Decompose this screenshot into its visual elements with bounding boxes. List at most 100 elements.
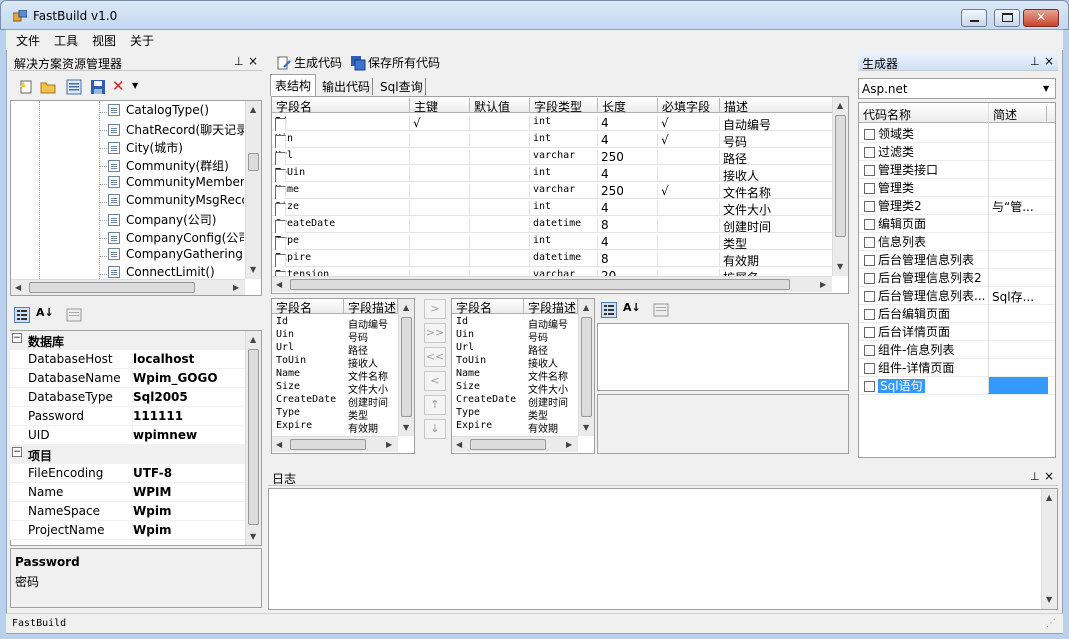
tree-vscroll-thumb[interactable] [248,153,259,171]
chevron-down-icon[interactable]: ▼ [132,81,138,90]
table-cell[interactable] [658,150,720,165]
generator-item[interactable]: 领域类 [864,125,1048,143]
property-value[interactable]: UTF-8 [132,466,172,480]
property-value[interactable]: localhost [132,352,194,366]
log-area[interactable] [268,488,1058,610]
table-cell[interactable] [470,167,530,182]
table-cell[interactable]: 4 [598,133,658,148]
table-cell[interactable]: 4 [598,116,658,131]
table-vscrollbar[interactable]: ▲ ▼ [832,97,848,276]
table-cell[interactable]: Size [272,201,410,216]
table-cell[interactable] [410,201,470,216]
property-value[interactable]: 111111 [132,409,183,423]
table-cell[interactable]: Name [272,184,410,199]
item-checkbox[interactable] [864,201,875,212]
tree-item[interactable]: CommunityMember [108,175,244,193]
tree-item[interactable]: ChatRecord(聊天记录 [108,121,244,139]
table-cell[interactable] [410,150,470,165]
table-vscroll-thumb[interactable] [835,115,846,237]
open-folder-icon[interactable] [40,79,56,95]
tree-item[interactable]: City(城市) [108,139,244,157]
save-icon[interactable] [90,79,106,95]
tab-table-structure[interactable]: 表结构 [270,74,316,96]
row-checkbox[interactable] [275,254,286,267]
column-header[interactable]: 字段名 [452,299,524,315]
table-cell[interactable] [658,252,720,267]
item-checkbox[interactable] [864,363,875,374]
property-row[interactable]: DatabaseType Sql2005 [10,388,246,407]
table-cell[interactable] [410,252,470,267]
item-checkbox[interactable] [864,327,875,338]
tree-item[interactable]: CompanyConfig(公司 [108,229,244,247]
column-header[interactable]: 必填字段 [658,98,720,114]
table-cell[interactable]: 20 [598,269,658,276]
field-list-name[interactable]: Expire [276,420,346,431]
item-checkbox[interactable] [864,219,875,230]
tree-item[interactable]: CompanyGathering( [108,247,244,265]
table-row[interactable]: Url varchar250 路径 [272,148,832,165]
field-list-name[interactable]: Url [276,342,346,353]
target-list-hscrollbar[interactable]: ◀ ▶ [452,436,578,452]
column-header[interactable]: 主键 [410,98,470,114]
close-panel-icon[interactable]: × [1044,54,1054,68]
generator-item[interactable]: 后台管理信息列表2 [864,269,1048,287]
menu-view[interactable]: 视图 [92,32,116,49]
table-hscroll-thumb[interactable] [290,279,790,290]
table-cell[interactable]: int [530,201,598,216]
generator-select[interactable]: Asp.net ▼ [858,78,1056,99]
generator-item[interactable]: 过滤类 [864,143,1048,161]
table-cell[interactable]: int [530,167,598,182]
pin-icon[interactable]: ⊥ [1030,55,1040,68]
collapse-icon[interactable]: − [12,333,22,343]
close-panel-icon[interactable]: × [248,54,258,68]
table-cell[interactable] [470,218,530,233]
property-row[interactable]: Password 111111 [10,407,246,426]
categorized-icon[interactable] [601,302,617,318]
tree-item[interactable]: CatalogType() [108,103,244,121]
minimize-button[interactable] [961,9,987,27]
field-list-desc[interactable]: 有效期 [528,420,578,435]
table-cell[interactable]: Type [272,235,410,250]
table-cell[interactable]: 4 [598,201,658,216]
item-checkbox[interactable] [864,183,875,194]
table-cell[interactable]: int [530,133,598,148]
property-value[interactable]: Wpim [132,504,171,518]
generator-item[interactable]: 组件-详情页面 [864,359,1048,377]
table-cell[interactable] [470,184,530,199]
save-all-button[interactable]: 保存所有代码 [350,54,440,71]
table-cell[interactable] [470,201,530,216]
resize-grip-icon[interactable]: ⋰ [1046,618,1056,629]
property-category[interactable]: − 数据库 [10,331,246,350]
field-list-name[interactable]: Type [456,407,526,418]
menu-tools[interactable]: 工具 [54,32,78,49]
table-row[interactable]: ToUin int 4 接收人 [272,165,832,182]
table-cell[interactable]: datetime [530,252,598,267]
column-header[interactable]: 字段类型 [530,98,598,114]
generate-code-button[interactable]: 生成代码 [276,54,342,71]
table-row[interactable]: Expire datetime 8 有效期 [272,250,832,267]
new-project-icon[interactable] [18,79,34,95]
field-list-name[interactable]: CreateDate [276,394,346,405]
move-all-left-button[interactable]: << [424,347,446,367]
tab-output-code[interactable]: 输出代码 [320,78,374,95]
table-cell[interactable]: 类型 [720,235,832,250]
generator-item[interactable]: 后台详情页面 [864,323,1048,341]
property-row[interactable]: DatabaseHost localhost [10,350,246,369]
maximize-button[interactable] [994,9,1020,27]
menu-file[interactable]: 文件 [16,32,40,49]
property-row[interactable]: NameSpace Wpim [10,502,246,521]
table-row[interactable]: Name varchar 250 √ 文件名称 [272,182,832,199]
table-cell[interactable]: 扩展名 [720,269,832,276]
table-cell[interactable]: √ [658,116,720,131]
generator-item[interactable]: 后台管理信息列表 [864,251,1048,269]
table-cell[interactable] [470,116,530,131]
field-list-name[interactable]: Id [456,316,526,327]
generator-item[interactable]: 组件-信息列表 [864,341,1048,359]
field-list-name[interactable]: Name [456,368,526,379]
column-header[interactable]: 描述 [720,98,836,114]
table-cell[interactable]: 接收人 [720,167,832,182]
field-list-name[interactable]: Name [276,368,346,379]
table-cell[interactable] [658,269,720,276]
table-cell[interactable]: 250 [598,184,658,199]
column-header[interactable]: 字段名 [272,98,410,114]
